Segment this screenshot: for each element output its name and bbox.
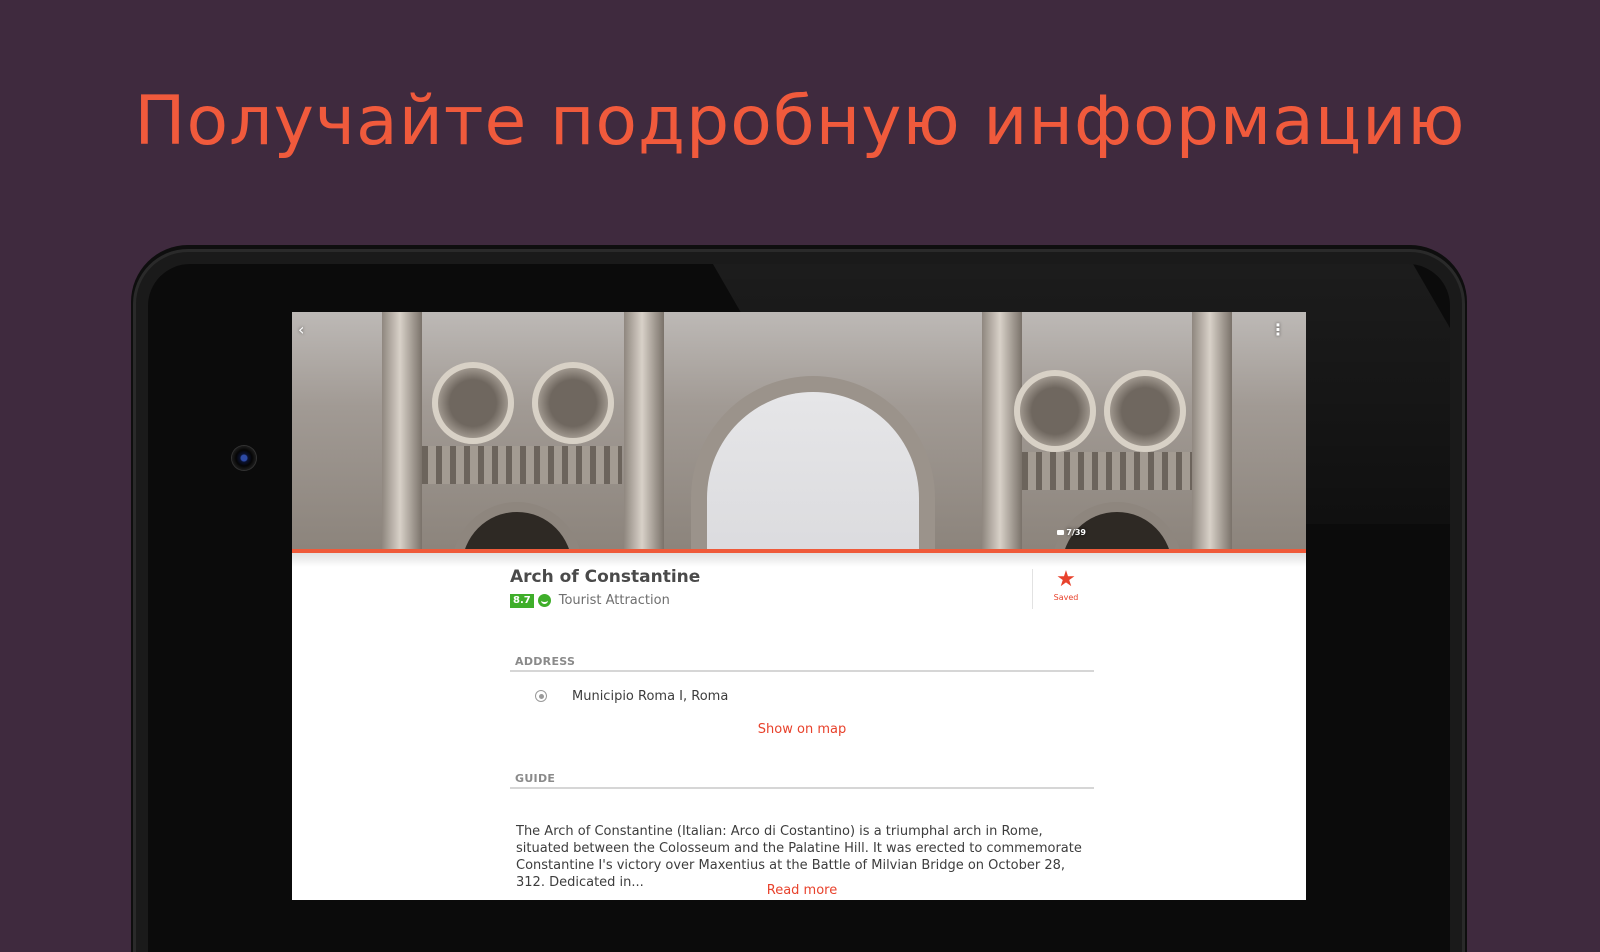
rating-badge: 8.7	[510, 593, 534, 608]
address-row[interactable]: Municipio Roma I, Roma	[532, 687, 728, 705]
photo-counter-text: 7/39	[1066, 528, 1086, 537]
show-on-map-link[interactable]: Show on map	[510, 722, 1094, 737]
hero-photo[interactable]: ‹ ⋮ 7/39	[292, 312, 1306, 549]
hero-frieze	[1022, 452, 1192, 490]
hero-column	[1192, 312, 1232, 549]
hero-frieze	[422, 446, 622, 484]
hero-medallion	[532, 362, 614, 444]
place-title: Arch of Constantine	[510, 567, 701, 587]
hero-medallion	[1104, 370, 1186, 452]
overflow-menu-button[interactable]: ⋮	[1270, 320, 1286, 339]
hero-shadow	[292, 553, 1306, 567]
hero-column	[982, 312, 1022, 549]
app-screen: ‹ ⋮ 7/39 Arch of Constantine 8.7 Tourist…	[292, 312, 1306, 900]
saved-label: Saved	[1053, 593, 1079, 602]
hero-medallion	[1014, 370, 1096, 452]
smile-icon	[537, 594, 551, 607]
guide-text: The Arch of Constantine (Italian: Arco d…	[516, 824, 1082, 890]
location-target-icon	[532, 687, 550, 705]
back-button[interactable]: ‹	[298, 320, 304, 339]
address-text: Municipio Roma I, Roma	[572, 688, 729, 704]
read-more-link[interactable]: Read more	[510, 883, 1094, 898]
front-camera-icon	[232, 446, 256, 470]
hero-column	[624, 312, 664, 549]
star-icon: ★	[1056, 567, 1076, 592]
hero-column	[382, 312, 422, 549]
promo-headline: Получайте подробную информацию	[134, 82, 1466, 161]
hero-central-arch	[707, 392, 919, 549]
hero-medallion	[432, 362, 514, 444]
guide-section-header: GUIDE	[510, 772, 1094, 789]
address-section-header: ADDRESS	[510, 655, 1094, 672]
hero-side-arch	[462, 512, 572, 549]
saved-divider	[1032, 569, 1033, 609]
camera-icon	[1057, 530, 1065, 535]
rating-row: 8.7 Tourist Attraction	[510, 593, 670, 608]
saved-button[interactable]: ★ Saved	[1040, 567, 1092, 603]
photo-counter: 7/39	[1057, 528, 1086, 537]
place-category: Tourist Attraction	[558, 593, 670, 608]
